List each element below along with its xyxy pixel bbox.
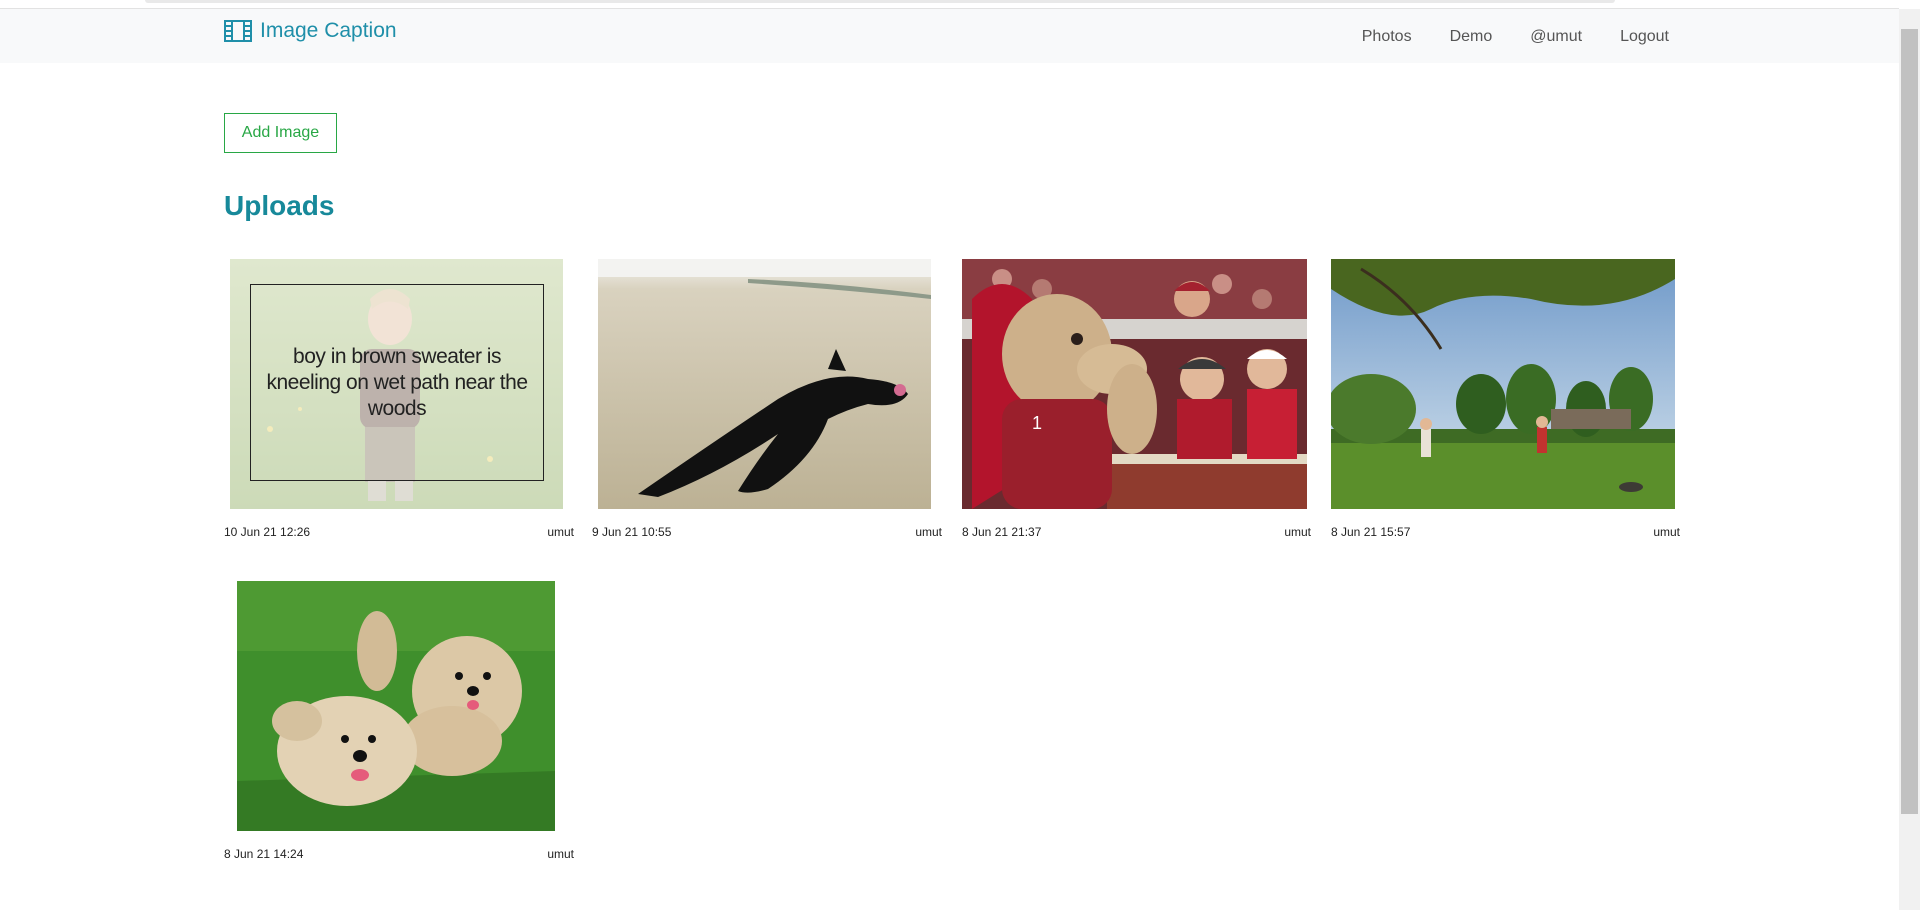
scrollbar[interactable] — [1899, 9, 1920, 910]
upload-date: 8 Jun 21 21:37 — [962, 525, 1042, 539]
add-image-button[interactable]: Add Image — [224, 113, 337, 153]
upload-user: umut — [547, 847, 574, 861]
scrollbar-thumb[interactable] — [1901, 29, 1918, 814]
upload-meta: 10 Jun 21 12:26 umut — [224, 525, 574, 539]
park-with-people-photo[interactable] — [1331, 259, 1675, 509]
upload-date: 8 Jun 21 15:57 — [1331, 525, 1411, 539]
nav-links: Photos Demo @umut Logout — [1343, 24, 1669, 50]
browser-top-strip — [0, 0, 1899, 9]
upload-date: 10 Jun 21 12:26 — [224, 525, 311, 539]
nav-link-logout[interactable]: Logout — [1601, 24, 1669, 50]
uploads-title: Uploads — [224, 190, 335, 221]
upload-date: 8 Jun 21 14:24 — [224, 847, 304, 861]
upload-meta: 8 Jun 21 14:24 umut — [224, 847, 574, 861]
nav-link-demo[interactable]: Demo — [1431, 24, 1512, 50]
app-title: Image Caption — [260, 19, 397, 42]
upload-date: 9 Jun 21 10:55 — [592, 525, 672, 539]
upload-meta: 8 Jun 21 21:37 umut — [962, 525, 1311, 539]
boy-in-field-photo[interactable]: boy in brown sweater is kneeling on wet … — [230, 259, 563, 509]
black-dog-running-photo[interactable] — [598, 259, 931, 509]
film-icon — [224, 20, 260, 42]
browser-top-bar — [145, 0, 1615, 3]
upload-user: umut — [1653, 525, 1680, 539]
upload-card: 8 Jun 21 15:57 umut — [1330, 258, 1680, 548]
upload-meta: 9 Jun 21 10:55 umut — [592, 525, 942, 539]
upload-card: 1 8 Jun 21 21:37 umut — [961, 258, 1311, 548]
nav-link-profile[interactable]: @umut — [1511, 24, 1601, 50]
caption-box: boy in brown sweater is kneeling on wet … — [250, 284, 544, 481]
caption-text: boy in brown sweater is kneeling on wet … — [266, 344, 528, 420]
two-terriers-running-photo[interactable] — [237, 581, 555, 831]
upload-user: umut — [1284, 525, 1311, 539]
caption-overlay: boy in brown sweater is kneeling on wet … — [230, 259, 563, 509]
upload-card: boy in brown sweater is kneeling on wet … — [224, 258, 574, 548]
mascot-with-fans-photo[interactable]: 1 — [962, 259, 1307, 509]
navbar: Image Caption Photos Demo @umut Logout — [0, 9, 1899, 63]
brand-link[interactable]: Image Caption — [224, 19, 397, 43]
nav-link-photos[interactable]: Photos — [1343, 24, 1431, 50]
upload-user: umut — [547, 525, 574, 539]
upload-card: 8 Jun 21 14:24 umut — [224, 580, 574, 870]
upload-meta: 8 Jun 21 15:57 umut — [1331, 525, 1680, 539]
upload-card: 9 Jun 21 10:55 umut — [592, 258, 942, 548]
upload-user: umut — [915, 525, 942, 539]
svg-text:1: 1 — [1032, 413, 1042, 433]
